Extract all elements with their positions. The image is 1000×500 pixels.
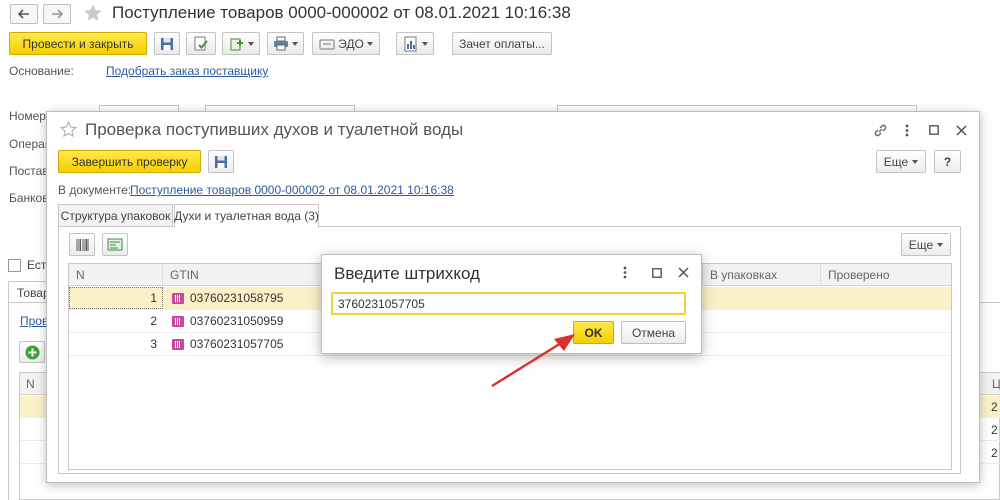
plus-circle-icon [25,345,40,360]
barcode-input[interactable] [331,292,686,315]
edo-icon [319,39,335,49]
edo-button[interactable]: ЭДО [312,32,380,55]
barcode-dialog-title: Введите штрихкод [334,264,480,283]
bank-label: Банков [9,191,49,205]
goods-cell: 2 [991,423,998,437]
tab-package-structure[interactable]: Структура упаковок [58,204,173,227]
goods-cell: 2 [991,446,998,460]
goods-cell: 2 [991,400,998,414]
print-button[interactable] [267,32,304,55]
save-button[interactable] [208,150,234,173]
scan-barcode-button[interactable] [69,233,95,256]
floppy-icon [215,155,227,168]
report-icon [404,36,416,51]
maximize-icon[interactable] [924,120,944,140]
back-button[interactable] [10,4,38,24]
tab-perfume[interactable]: Духи и туалетная вода (3) [174,204,319,228]
row-n: 3 [150,337,157,351]
row-gtin: 03760231057705 [190,337,284,351]
finish-check-button[interactable]: Завершить проверку [58,150,201,173]
more-label: Еще [883,154,909,169]
arrow-left-icon [18,9,29,19]
reports-button[interactable] [396,32,434,55]
row-gtin: 03760231050959 [190,314,284,328]
row-n: 1 [150,291,157,305]
panel-more-label: Еще [908,237,934,252]
document-title: Поступление товаров 0000-000002 от 08.01… [112,3,571,22]
more-button[interactable]: Еще [876,150,926,173]
col-n: N [69,264,163,286]
help-button[interactable]: ? [934,150,961,173]
more-vertical-icon[interactable] [623,266,627,279]
close-icon[interactable] [951,120,971,140]
tab-goods-label: Товар [17,286,50,300]
favorite-star-icon[interactable] [83,3,103,23]
excise-stamp-button[interactable] [102,233,128,256]
post-and-close-button[interactable]: Провести и закрыть [9,32,147,55]
checkbox-label: Ест [27,258,47,272]
checkbox[interactable] [8,259,21,272]
basis-label: Основание: [9,64,74,78]
create-based-icon [230,38,243,50]
gtin-code-icon [172,339,184,350]
barcode-icon [76,238,88,251]
more-vertical-icon[interactable] [897,120,917,140]
col-checked: Проверено [828,268,890,282]
create-based-on-button[interactable] [222,32,260,55]
gtin-code-icon [172,293,184,304]
add-row-button[interactable] [19,341,45,363]
panel-more-button[interactable]: Еще [901,233,951,256]
cancel-button[interactable]: Отмена [621,321,686,344]
favorite-star-icon[interactable] [60,121,77,138]
row-n: 2 [150,314,157,328]
row-gtin: 03760231058795 [190,291,284,305]
number-label: Номер: [9,109,50,123]
post-document-icon [194,36,208,50]
edo-label: ЭДО [338,36,364,51]
supplier-label: Постав [9,164,49,178]
floppy-icon [161,37,173,50]
maximize-icon[interactable] [652,268,662,278]
printer-icon [274,36,288,51]
check-link[interactable]: Пров [20,314,48,328]
col-in-packages: В упаковках [703,264,821,286]
gtin-code-icon [172,316,184,327]
in-document-label: В документе: [58,183,132,197]
check-dialog-title: Проверка поступивших духов и туалетной в… [85,120,464,139]
save-button[interactable] [154,32,180,55]
select-order-link[interactable]: Подобрать заказ поставщику [106,64,268,78]
payment-offset-button[interactable]: Зачет оплаты... [452,32,552,55]
document-link[interactable]: Поступление товаров 0000-000002 от 08.01… [130,183,454,197]
annotation-arrow-icon [491,334,575,388]
tab-goods[interactable]: Товар [8,281,50,303]
arrow-right-icon [52,9,63,19]
stamp-icon [107,238,123,251]
link-icon[interactable] [870,120,890,140]
close-icon[interactable] [678,267,689,278]
post-button[interactable] [186,32,216,55]
goods-col-n: N [26,377,35,391]
forward-button[interactable] [43,4,71,24]
goods-col-right: Ц [992,377,1000,391]
